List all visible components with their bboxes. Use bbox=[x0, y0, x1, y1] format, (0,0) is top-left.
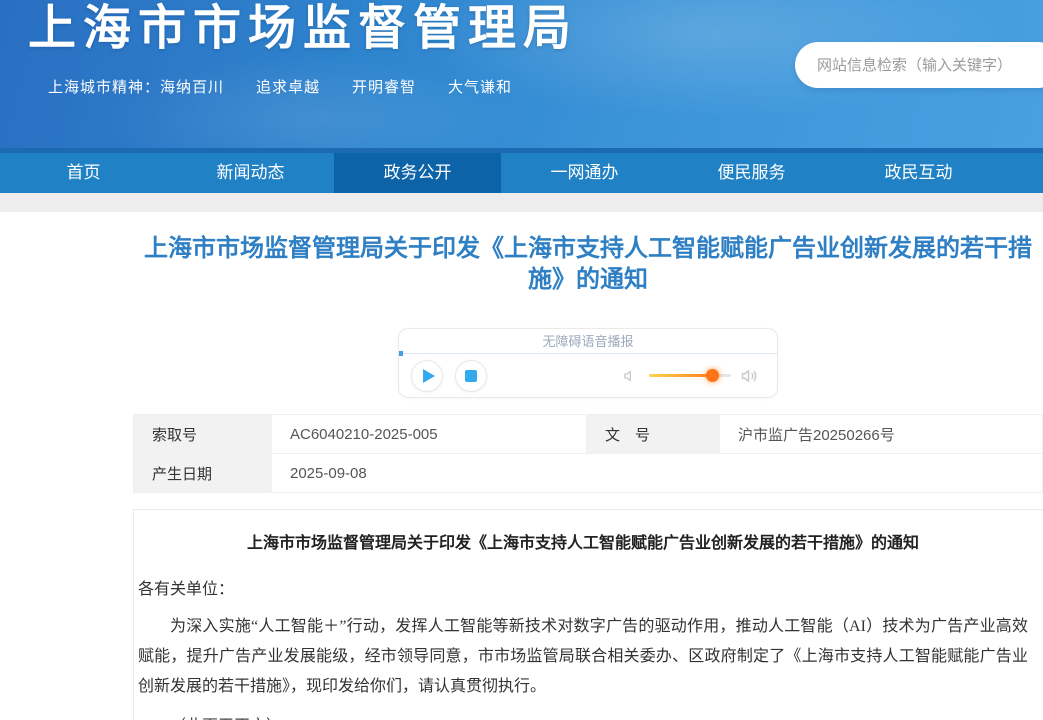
meta-label-index-number: 索取号 bbox=[133, 414, 272, 454]
volume-fill bbox=[649, 374, 713, 377]
page-title: 上海市市场监督管理局关于印发《上海市支持人工智能赋能广告业创新发展的若干措施》的… bbox=[144, 236, 1032, 293]
audio-player-controls bbox=[399, 354, 777, 397]
meta-value-issue-date: 2025-09-08 bbox=[271, 453, 1043, 493]
search-input[interactable] bbox=[795, 42, 1043, 88]
accessibility-audio-player: 无障碍语音播报 bbox=[398, 328, 778, 398]
stop-icon bbox=[465, 369, 477, 382]
speaker-low-icon bbox=[623, 368, 639, 384]
play-button[interactable] bbox=[411, 359, 443, 392]
speaker-high-icon bbox=[741, 367, 759, 385]
article-salutation: 各有关单位： bbox=[138, 581, 235, 598]
nav-item-interaction[interactable]: 政民互动 bbox=[835, 153, 1002, 193]
document-meta-table: 索取号 AC6040210-2025-005 文 号 沪市监广告20250266… bbox=[133, 414, 1043, 493]
site-search-box bbox=[795, 42, 1043, 88]
volume-control bbox=[623, 367, 759, 385]
article-body: 上海市市场监督管理局关于印发《上海市支持人工智能赋能广告业创新发展的若干措施》的… bbox=[133, 509, 1043, 720]
play-icon bbox=[422, 368, 435, 383]
content-container: 上海市市场监督管理局关于印发《上海市支持人工智能赋能广告业创新发展的若干措施》的… bbox=[133, 234, 1043, 720]
meta-value-index-number: AC6040210-2025-005 bbox=[271, 414, 587, 454]
nav-item-public-services[interactable]: 便民服务 bbox=[668, 153, 835, 193]
volume-slider[interactable] bbox=[649, 369, 731, 382]
audio-player-label: 无障碍语音播报 bbox=[542, 334, 634, 349]
city-spirit-motto: 上海城市精神：海纳百川 追求卓越 开明睿智 大气谦和 bbox=[48, 79, 513, 96]
meta-value-doc-number: 沪市监广告20250266号 bbox=[719, 414, 1043, 454]
main-nav: 首页 新闻动态 政务公开 一网通办 便民服务 政民互动 bbox=[0, 153, 1043, 193]
nav-bottom-band bbox=[0, 193, 1043, 212]
stop-button[interactable] bbox=[455, 359, 487, 392]
nav-item-gov-disclosure[interactable]: 政务公开 bbox=[334, 153, 501, 193]
site-header: 上海市市场监督管理局 上海城市精神：海纳百川 追求卓越 开明睿智 大气谦和 bbox=[0, 0, 1043, 148]
article-paragraph: 为深入实施“人工智能＋”行动，发挥人工智能等新技术对数字广告的驱动作用，推动人工… bbox=[138, 618, 1028, 695]
table-row: 索取号 AC6040210-2025-005 文 号 沪市监广告20250266… bbox=[133, 414, 1043, 454]
article-body-title: 上海市市场监督管理局关于印发《上海市支持人工智能赋能广告业创新发展的若干措施》的… bbox=[246, 535, 919, 552]
nav-item-online-services[interactable]: 一网通办 bbox=[501, 153, 668, 193]
site-title: 上海市市场监督管理局 bbox=[28, 2, 579, 55]
nav-item-news[interactable]: 新闻动态 bbox=[167, 153, 334, 193]
meta-label-doc-number: 文 号 bbox=[586, 414, 720, 454]
table-row: 产生日期 2025-09-08 bbox=[133, 453, 1043, 493]
meta-label-issue-date: 产生日期 bbox=[133, 453, 272, 493]
volume-thumb[interactable] bbox=[706, 369, 720, 382]
audio-player-divider bbox=[399, 351, 777, 356]
article-note: （此页无正文） bbox=[138, 712, 1028, 720]
nav-item-home[interactable]: 首页 bbox=[0, 153, 167, 193]
